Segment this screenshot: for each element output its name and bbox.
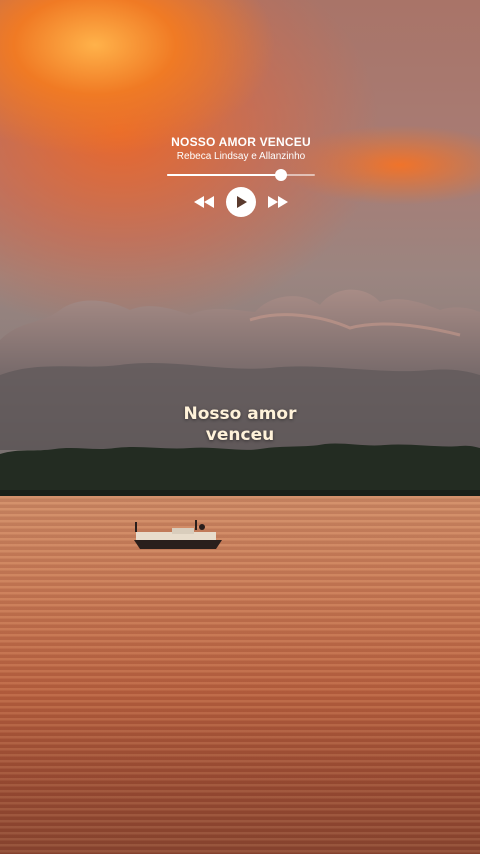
playback-controls <box>162 187 320 217</box>
lyric-caption: Nosso amor venceu <box>140 404 340 446</box>
lyric-line-2: venceu <box>205 425 275 445</box>
rewind-icon[interactable] <box>194 196 214 208</box>
river-water <box>0 496 480 854</box>
artist-name: Rebeca Lindsay e Allanzinho <box>176 151 306 162</box>
fast-forward-icon[interactable] <box>268 196 288 208</box>
song-title: NOSSO AMOR VENCEU <box>171 135 311 149</box>
play-icon <box>237 196 247 208</box>
music-player: NOSSO AMOR VENCEU Rebeca Lindsay e Allan… <box>162 134 320 217</box>
progress-bar[interactable] <box>167 169 315 181</box>
boat <box>134 520 222 549</box>
video-frame: NOSSO AMOR VENCEU Rebeca Lindsay e Allan… <box>0 0 480 854</box>
progress-knob[interactable] <box>275 169 287 181</box>
forest-treeline <box>0 443 480 498</box>
progress-fill <box>167 174 281 176</box>
play-button[interactable] <box>226 187 256 217</box>
lyric-line-1: Nosso amor <box>183 404 297 424</box>
